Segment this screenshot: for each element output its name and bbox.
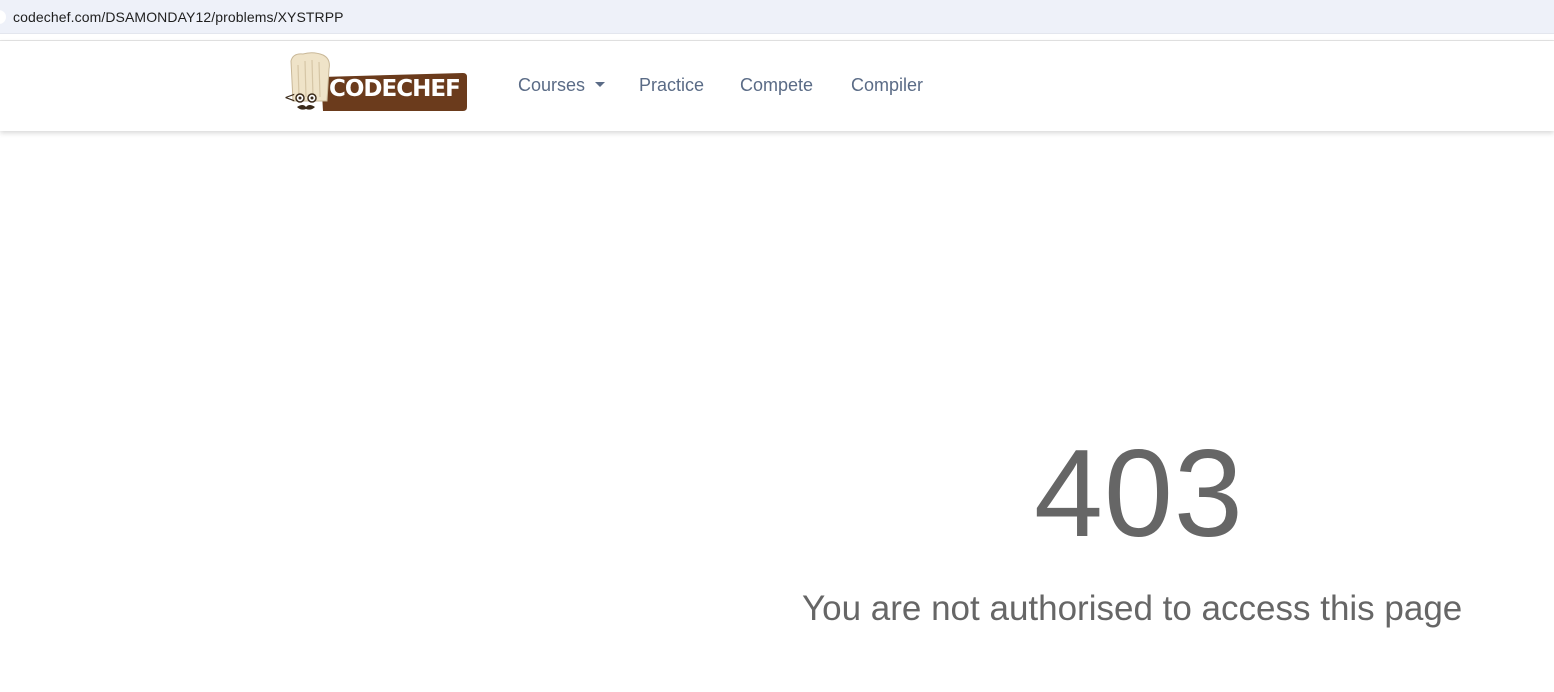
site-navbar: < CODECHEF Courses Practice Compete Comp… [0,41,1554,131]
logo-wordmark: CODECHEF [329,76,461,102]
codechef-logo[interactable]: < CODECHEF [283,51,469,113]
address-bar-edge [0,10,6,24]
error-message: You are not authorised to access this pa… [802,589,1463,628]
nav-courses-label: Courses [518,75,586,95]
browser-address-bar[interactable]: codechef.com/DSAMONDAY12/problems/XYSTRP… [0,0,1554,34]
nav-practice[interactable]: Practice [639,75,704,96]
chevron-down-icon [595,81,606,87]
nav-compete[interactable]: Compete [740,75,813,96]
svg-text:<: < [284,90,296,106]
nav-compiler[interactable]: Compiler [851,75,923,96]
nav-courses[interactable]: Courses [518,75,606,96]
browser-divider [0,34,1554,41]
url-text[interactable]: codechef.com/DSAMONDAY12/problems/XYSTRP… [13,9,344,25]
error-code: 403 [1034,425,1244,563]
